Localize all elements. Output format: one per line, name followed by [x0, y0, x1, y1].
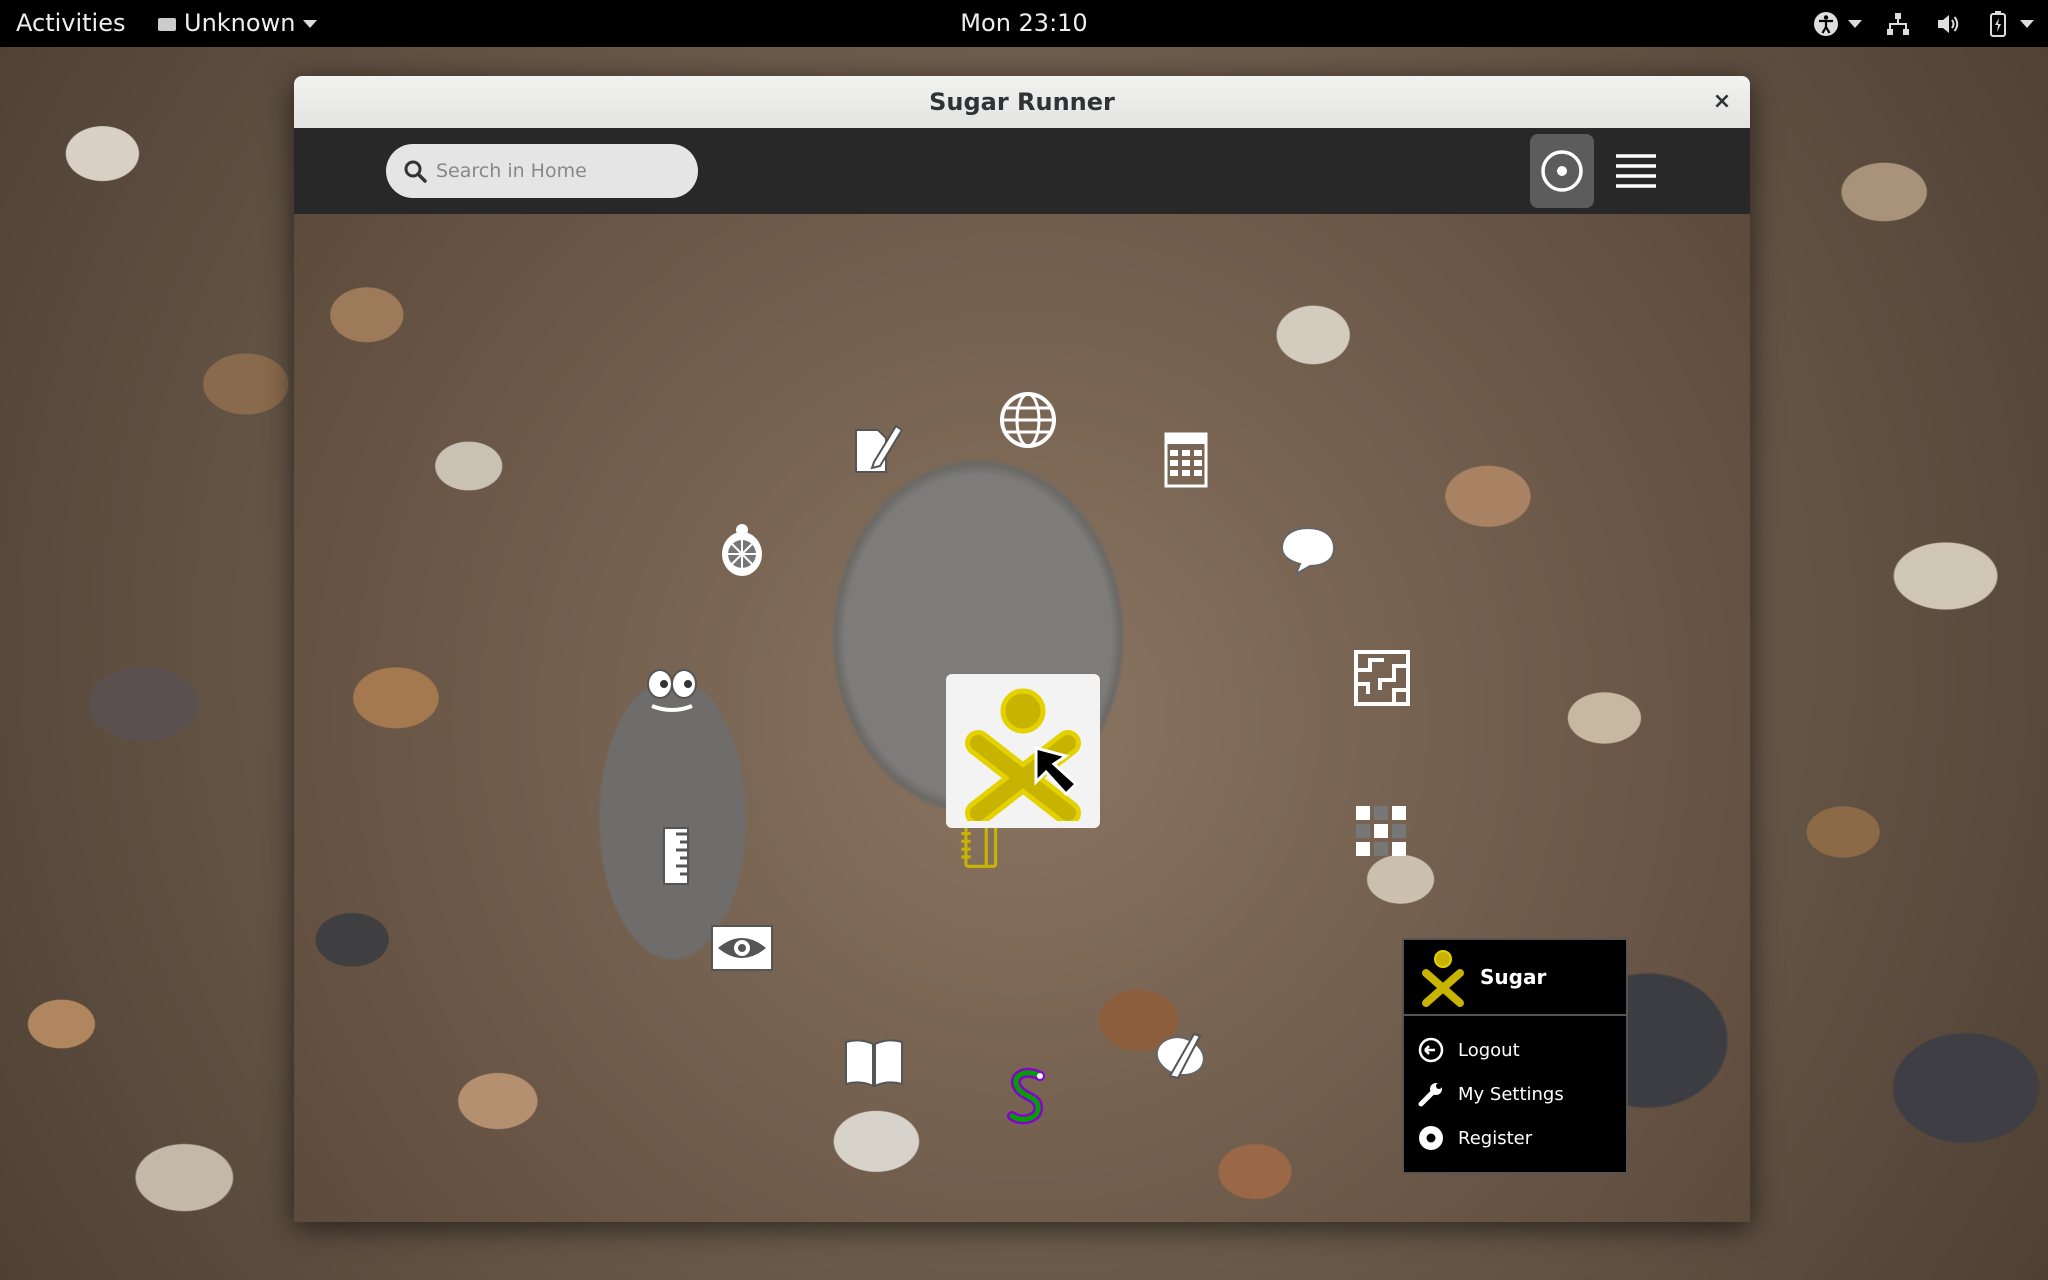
home-toolbar [294, 128, 1750, 214]
xo-icon [1422, 950, 1464, 1007]
title-bar[interactable]: Sugar Runner × [294, 76, 1750, 129]
favorites-view-icon [1541, 150, 1583, 192]
measure-activity-icon[interactable] [636, 658, 708, 730]
settings-wrench-icon [1416, 1079, 1446, 1109]
window-icon [158, 17, 176, 31]
top-bar: Activities Unknown Mon 23:10 [0, 0, 2048, 47]
window-title: Sugar Runner [929, 88, 1115, 116]
chevron-down-icon[interactable] [1848, 19, 1862, 28]
system-tray[interactable] [1812, 0, 2034, 47]
app-menu[interactable]: Unknown [158, 0, 318, 47]
xo-icon [965, 688, 1081, 821]
sugar-runner-window: Sugar Runner × Search in Home Sugar Logo… [294, 76, 1750, 1222]
imageviewer-activity-icon[interactable] [706, 912, 778, 984]
list-view-icon [1616, 154, 1656, 188]
register-icon [1416, 1123, 1446, 1153]
favorites-view-button[interactable] [1530, 134, 1594, 208]
logout-label: Logout [1458, 1039, 1520, 1061]
clock[interactable]: Mon 23:10 [960, 9, 1087, 37]
my-settings-menu-item[interactable]: My Settings [1404, 1072, 1626, 1116]
search-input[interactable] [434, 159, 688, 183]
turtleart-activity-icon[interactable] [706, 514, 778, 586]
battery-icon[interactable] [1984, 10, 2012, 38]
search-icon [404, 160, 427, 183]
palette-title: Sugar [1480, 965, 1547, 989]
register-menu-item[interactable]: Register [1404, 1116, 1626, 1160]
my-settings-label: My Settings [1458, 1083, 1564, 1105]
volume-icon[interactable] [1934, 10, 1962, 38]
ruler-activity-icon[interactable] [640, 820, 712, 892]
close-button[interactable]: × [1708, 88, 1736, 116]
calculate-activity-icon[interactable] [1150, 424, 1222, 496]
accessibility-icon[interactable] [1812, 10, 1840, 38]
labyrinth-activity-icon[interactable] [1346, 642, 1418, 714]
memorize-activity-icon[interactable] [1346, 796, 1418, 868]
palette-header: Sugar [1404, 940, 1626, 1016]
owner-xo-button[interactable] [946, 674, 1100, 828]
pippy-activity-icon[interactable] [992, 1060, 1064, 1132]
chevron-down-icon [303, 20, 318, 28]
palette-items: Logout My Settings Register [1404, 1016, 1626, 1160]
logout-icon [1416, 1035, 1446, 1065]
network-icon[interactable] [1884, 10, 1912, 38]
browse-activity-icon[interactable] [992, 384, 1064, 456]
paint-activity-icon[interactable] [1144, 1020, 1216, 1092]
app-menu-label: Unknown [184, 9, 296, 37]
read-activity-icon[interactable] [838, 1026, 910, 1098]
chat-activity-icon[interactable] [1272, 514, 1344, 586]
write-activity-icon[interactable] [840, 412, 912, 484]
list-view-button[interactable] [1604, 134, 1668, 208]
logout-menu-item[interactable]: Logout [1404, 1028, 1626, 1072]
home-view: Sugar Logout My Settings Register [294, 214, 1750, 1222]
search-box[interactable] [386, 144, 698, 198]
register-label: Register [1458, 1127, 1533, 1149]
chevron-down-icon[interactable] [2020, 19, 2034, 28]
owner-palette-menu: Sugar Logout My Settings Register [1402, 938, 1628, 1174]
activities-button[interactable]: Activities [16, 0, 126, 47]
